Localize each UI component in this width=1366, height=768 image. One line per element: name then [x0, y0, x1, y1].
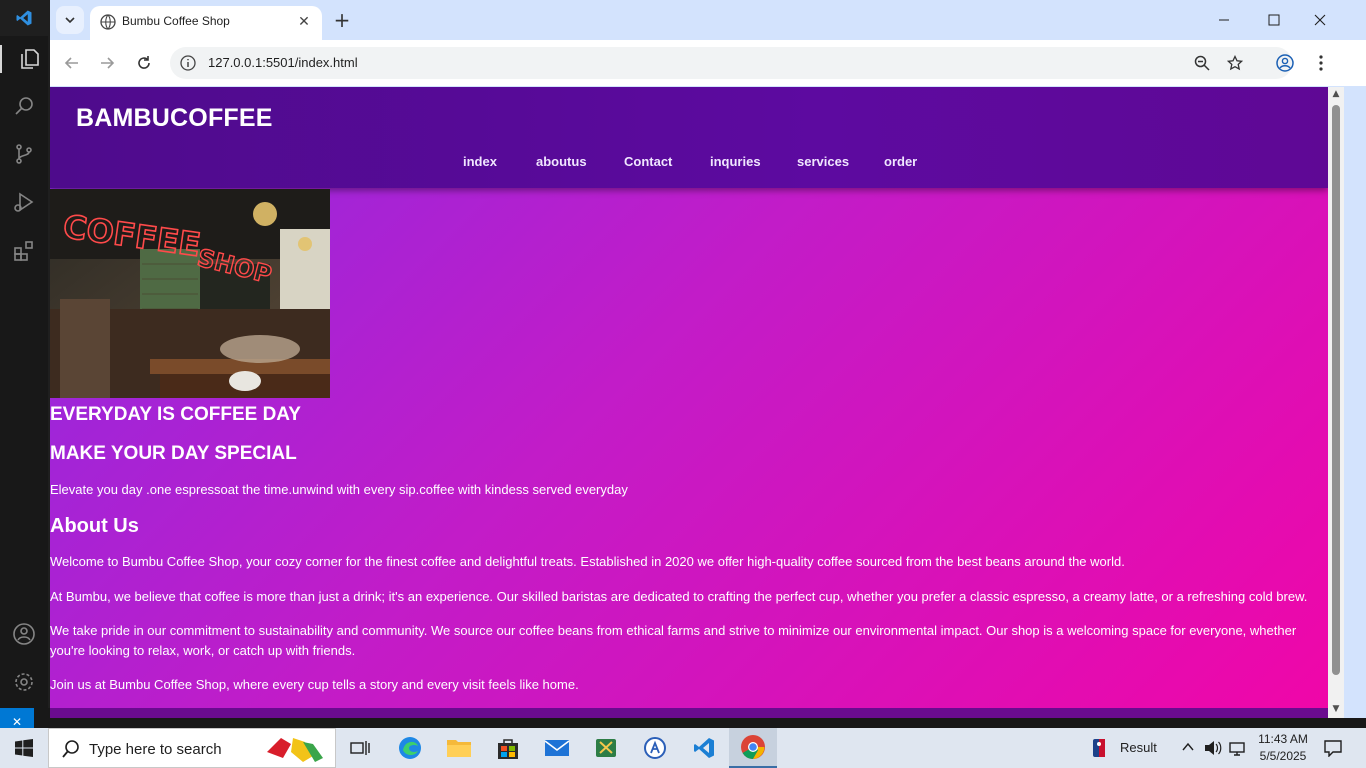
- nav-link-services[interactable]: services: [797, 154, 849, 169]
- reload-icon: [138, 56, 150, 69]
- search-icon: [62, 740, 79, 758]
- taskbar-search-box[interactable]: Type here to search: [48, 728, 336, 768]
- address-bar[interactable]: 127.0.0.1:5501/index.html: [170, 47, 1292, 79]
- globe-icon: [100, 14, 116, 30]
- about-paragraph-1: Welcome to Bumbu Coffee Shop, your cozy …: [50, 554, 1125, 569]
- about-paragraph-4: Join us at Bumbu Coffee Shop, where ever…: [50, 677, 579, 692]
- store-taskbar-button[interactable]: [484, 728, 532, 768]
- run-debug-icon[interactable]: [10, 188, 38, 216]
- search-highlight-icon: [267, 738, 323, 762]
- search-icon[interactable]: [10, 92, 38, 120]
- coffee-shop-photo: COFFEE SHOP: [50, 189, 330, 398]
- nav-link-inquries[interactable]: inquries: [710, 154, 761, 169]
- about-paragraph-2: At Bumbu, we believe that coffee is more…: [50, 589, 1308, 604]
- vscode-logo-icon: [0, 0, 48, 36]
- bookmark-star-icon[interactable]: [1225, 53, 1245, 73]
- new-tab-button[interactable]: +: [330, 8, 354, 32]
- footer-strip: [50, 708, 1328, 718]
- browser-tab[interactable]: Bumbu Coffee Shop ✕: [90, 6, 322, 40]
- site-header: BAMBUCOFFEE index aboutus Contact inquri…: [50, 87, 1328, 188]
- explorer-icon[interactable]: [0, 45, 48, 73]
- chrome-taskbar-button[interactable]: [729, 728, 777, 768]
- task-view-button[interactable]: [336, 728, 384, 768]
- zoom-icon[interactable]: [1192, 53, 1212, 73]
- page-scrollbar[interactable]: ▲ ▼: [1328, 87, 1344, 718]
- close-window-button[interactable]: [1298, 6, 1342, 34]
- account-icon[interactable]: [10, 620, 38, 648]
- nav-link-contact[interactable]: Contact: [624, 154, 672, 169]
- chevron-up-icon[interactable]: [1182, 742, 1194, 752]
- scroll-down-arrow-icon[interactable]: ▼: [1330, 704, 1342, 716]
- tray-result-label[interactable]: Result: [1120, 740, 1157, 755]
- tab-title: Bumbu Coffee Shop: [122, 14, 230, 28]
- taskbar-search-placeholder: Type here to search: [89, 741, 222, 758]
- close-tab-icon[interactable]: ✕: [294, 12, 314, 32]
- chevron-down-icon: [65, 17, 75, 24]
- file-explorer-taskbar-button[interactable]: [435, 728, 483, 768]
- source-control-icon[interactable]: [10, 140, 38, 168]
- nav-link-aboutus[interactable]: aboutus: [536, 154, 587, 169]
- app-taskbar-button[interactable]: [631, 728, 679, 768]
- mail-taskbar-button[interactable]: [533, 728, 581, 768]
- scroll-thumb[interactable]: [1332, 105, 1340, 675]
- url-text[interactable]: 127.0.0.1:5501/index.html: [208, 55, 358, 70]
- nba-logo-icon[interactable]: [1092, 738, 1106, 758]
- windows-taskbar: Type here to search Result 11:43 AM 5/5/…: [0, 728, 1366, 768]
- windows-start-button[interactable]: [0, 728, 48, 768]
- arrow-left-icon: [64, 57, 78, 69]
- vscode-taskbar-button[interactable]: [680, 728, 728, 768]
- task-view-icon: [350, 741, 370, 755]
- network-icon[interactable]: [1229, 740, 1247, 756]
- back-button[interactable]: [58, 49, 86, 77]
- site-brand[interactable]: BAMBUCOFFEE: [76, 104, 273, 133]
- headline-everyday: EVERYDAY IS COFFEE DAY: [50, 404, 301, 425]
- nav-link-order[interactable]: order: [884, 154, 917, 169]
- site-nav: index aboutus Contact inquries services …: [50, 154, 1328, 174]
- forward-button[interactable]: [93, 49, 121, 77]
- mail-icon: [544, 740, 570, 756]
- maximize-button[interactable]: [1252, 6, 1296, 34]
- about-heading: About Us: [50, 515, 139, 537]
- about-paragraph-3: We take pride in our commitment to susta…: [50, 623, 1297, 658]
- chrome-window: Bumbu Coffee Shop ✕ + 127.0.0.1:5501/ind…: [50, 0, 1366, 718]
- tab-search-button[interactable]: [56, 6, 84, 34]
- app-circle-icon: [644, 737, 666, 759]
- clock-time[interactable]: 11:43 AM: [1257, 732, 1309, 746]
- store-bag-icon: [498, 739, 518, 759]
- nav-link-index[interactable]: index: [463, 154, 497, 169]
- vscode-icon: [694, 738, 714, 758]
- volume-icon[interactable]: [1204, 740, 1222, 756]
- browser-toolbar: 127.0.0.1:5501/index.html: [50, 40, 1366, 86]
- tagline-text: Elevate you day .one espressoat the time…: [50, 482, 628, 497]
- scroll-up-arrow-icon[interactable]: ▲: [1330, 89, 1342, 101]
- settings-gear-icon[interactable]: [10, 668, 38, 696]
- menu-kebab-icon[interactable]: [1307, 49, 1335, 77]
- snip-tool-taskbar-button[interactable]: [582, 728, 630, 768]
- headline-special: MAKE YOUR DAY SPECIAL: [50, 443, 297, 464]
- page-viewport: BAMBUCOFFEE index aboutus Contact inquri…: [50, 87, 1328, 718]
- extensions-icon[interactable]: [10, 237, 38, 265]
- windows-logo-icon: [15, 739, 33, 757]
- tab-strip: Bumbu Coffee Shop ✕ +: [50, 0, 1366, 40]
- snipping-tool-icon: [596, 739, 616, 757]
- arrow-right-icon: [101, 57, 115, 69]
- chrome-icon: [741, 735, 765, 759]
- site-info-icon[interactable]: [180, 55, 196, 71]
- minimize-button[interactable]: [1202, 6, 1246, 34]
- notification-icon[interactable]: [1324, 739, 1342, 757]
- edge-taskbar-button[interactable]: [386, 728, 434, 768]
- profile-avatar-icon[interactable]: [1271, 49, 1299, 77]
- reload-button[interactable]: [130, 49, 158, 77]
- vscode-activity-bar: [0, 0, 48, 736]
- clock-date[interactable]: 5/5/2025: [1257, 749, 1309, 763]
- edge-icon: [399, 737, 421, 759]
- folder-icon: [447, 740, 471, 757]
